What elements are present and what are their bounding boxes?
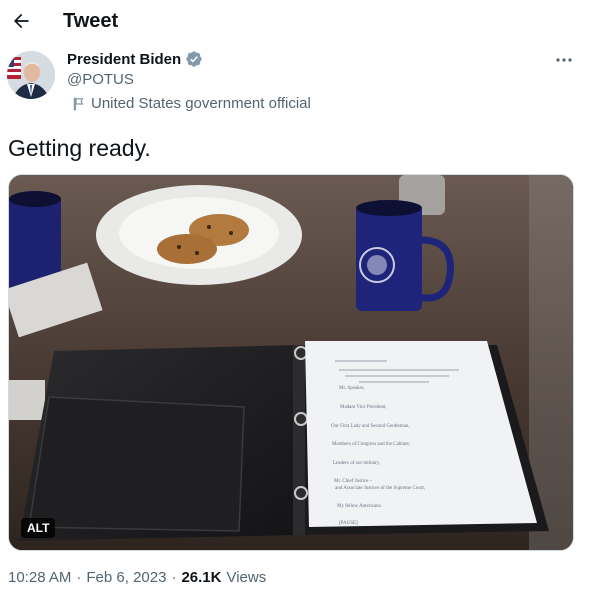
doc-line: [PAUSE] [339, 521, 358, 526]
tweet-time[interactable]: 10:28 AM [8, 569, 71, 586]
doc-line: and Associate Justices of the Supreme Co… [335, 486, 425, 491]
tweet-metadata: 10:28 AM · Feb 6, 2023 · 26.1K Views [8, 569, 266, 586]
government-label[interactable]: United States government official [72, 95, 311, 112]
author-name-row: President Biden [67, 50, 203, 68]
views-label: Views [226, 569, 267, 586]
flag-icon [73, 97, 84, 110]
tweet-photo[interactable]: Mr. Speaker, Madam Vice President, Our F… [8, 174, 574, 551]
author-name[interactable]: President Biden [67, 51, 181, 68]
arrow-left-icon [14, 13, 29, 29]
verified-badge-icon [186, 51, 202, 67]
avatar[interactable] [7, 51, 55, 99]
tweet-text: Getting ready. [8, 135, 151, 161]
back-button[interactable] [6, 6, 36, 36]
doc-line: Our First Lady and Second Gentleman, [331, 424, 410, 429]
doc-line: Mr. Chief Justice – [334, 479, 373, 484]
alt-text-badge[interactable]: ALT [21, 518, 56, 538]
more-options-button[interactable] [552, 50, 576, 70]
side-paper [9, 380, 45, 420]
doc-line: My fellow Americans. [337, 504, 382, 509]
more-dots-icon [556, 58, 572, 62]
author-handle[interactable]: @POTUS [67, 71, 134, 88]
doc-line: Mr. Speaker, [339, 386, 365, 391]
doc-line: Members of Congress and the Cabinet, [332, 442, 410, 447]
plate [96, 185, 302, 285]
doc-line: Leaders of our military, [333, 461, 380, 466]
page-title: Tweet [63, 10, 119, 32]
avatar-image [7, 51, 55, 99]
government-label-text: United States government official [91, 95, 311, 112]
views-count[interactable]: 26.1K [181, 569, 221, 586]
top-bar: Tweet [0, 0, 598, 44]
meta-separator: · [76, 569, 82, 586]
tweet-date[interactable]: Feb 6, 2023 [86, 569, 166, 586]
doc-line: Madam Vice President, [340, 405, 387, 410]
meta-separator: · [171, 569, 177, 586]
photo-scene: Mr. Speaker, Madam Vice President, Our F… [9, 175, 573, 550]
